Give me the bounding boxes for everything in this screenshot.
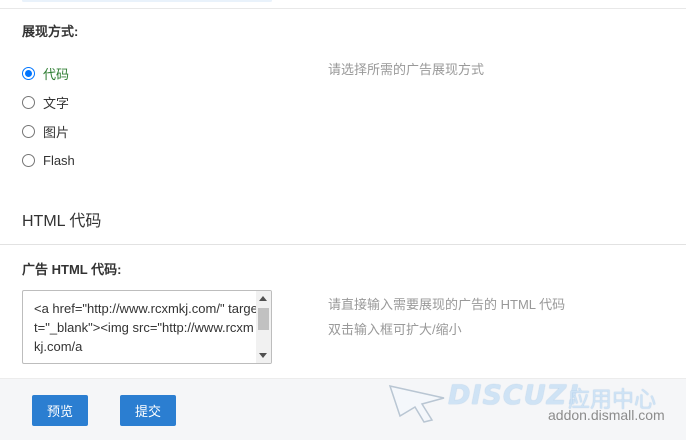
submit-button[interactable]: 提交 (120, 395, 176, 426)
radio-button[interactable] (22, 66, 35, 80)
display-mode-label: 展现方式: (22, 24, 79, 39)
radio-button[interactable] (22, 124, 35, 138)
previous-input-bottom (22, 0, 272, 2)
previous-section-edge (0, 0, 686, 9)
radio-option-flash[interactable]: Flash (22, 151, 75, 169)
radio-option-label: 文字 (43, 95, 70, 111)
watermark-url: addon.dismall.com (548, 407, 665, 423)
section-divider (0, 244, 686, 245)
watermark-logo: DISCUZ! 应用中心 addon.dismall.com (388, 376, 678, 436)
scroll-up-arrow-icon[interactable] (259, 296, 267, 301)
radio-option-label: 图片 (43, 124, 70, 140)
radio-option-text[interactable]: 文字 (22, 93, 69, 111)
radio-option-code[interactable]: 代码 (22, 64, 69, 82)
html-code-textarea[interactable]: <a href="http://www.rcxmkj.com/" target=… (22, 290, 272, 364)
html-code-label: 广告 HTML 代码: (22, 262, 122, 277)
html-code-value[interactable]: <a href="http://www.rcxmkj.com/" target=… (34, 299, 260, 356)
radio-button[interactable] (22, 95, 35, 109)
preview-button[interactable]: 预览 (32, 395, 88, 426)
textarea-scrollbar[interactable] (256, 291, 271, 363)
radio-option-label: Flash (43, 152, 75, 168)
scroll-thumb[interactable] (258, 308, 269, 330)
scroll-down-arrow-icon[interactable] (259, 353, 267, 358)
html-code-resize-hint: 双击输入框可扩大/缩小 (328, 322, 462, 337)
html-code-hint: 请直接输入需要展现的广告的 HTML 代码 (328, 297, 566, 312)
radio-option-label: 代码 (43, 66, 70, 82)
html-section-title: HTML 代码 (22, 213, 102, 230)
display-mode-hint: 请选择所需的广告展现方式 (328, 62, 485, 77)
cursor-arrow-icon (388, 384, 445, 423)
radio-button[interactable] (22, 153, 35, 167)
radio-option-image[interactable]: 图片 (22, 122, 69, 140)
